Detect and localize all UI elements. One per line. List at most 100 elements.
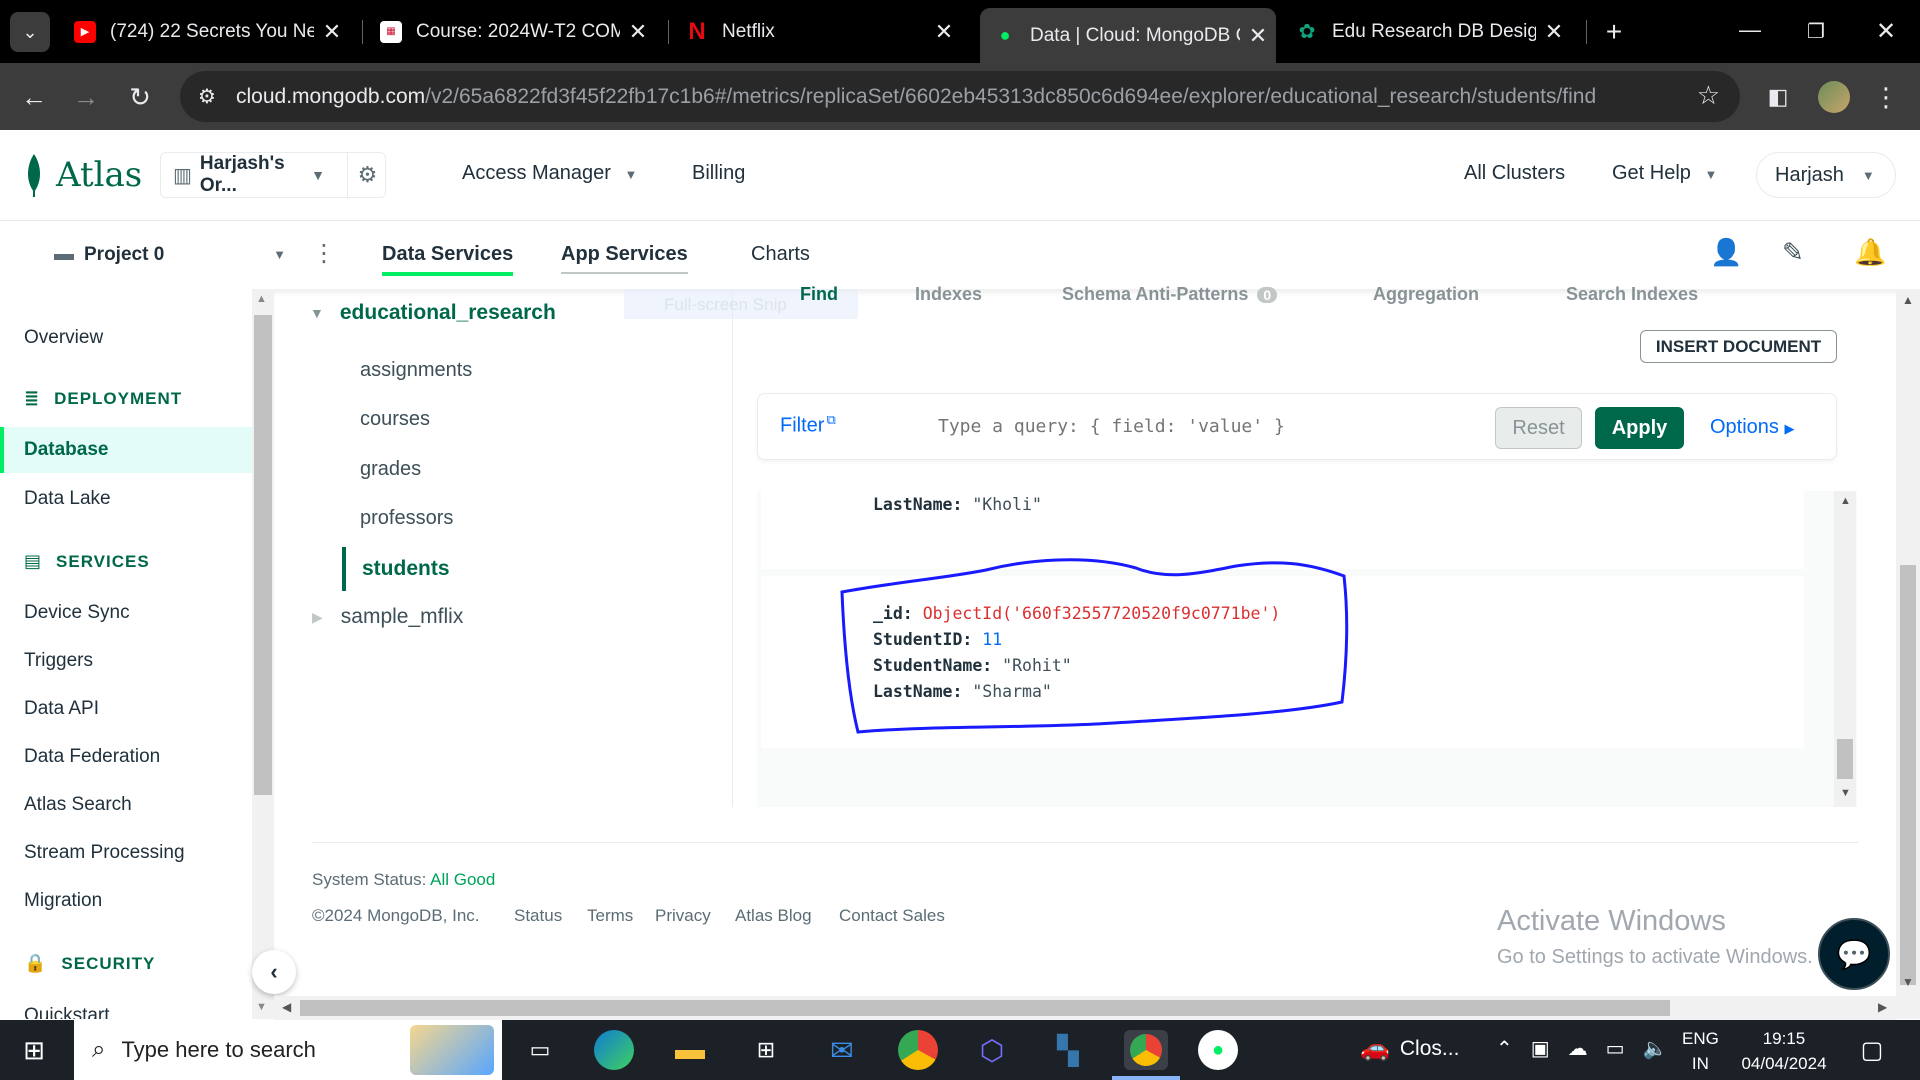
- python-icon[interactable]: ▚: [1048, 1030, 1088, 1070]
- notification-app[interactable]: 🚗 Clos...: [1360, 1034, 1459, 1063]
- all-clusters-link[interactable]: All Clusters: [1464, 162, 1565, 185]
- tab-charts[interactable]: Charts: [751, 243, 810, 266]
- tab-data-services[interactable]: Data Services: [382, 243, 514, 276]
- database-node[interactable]: ▼ educational_research: [310, 301, 556, 325]
- copilot-icon[interactable]: ⬡: [972, 1030, 1012, 1070]
- volume-icon[interactable]: 🔈: [1643, 1038, 1686, 1060]
- chrome-active-icon[interactable]: [1124, 1030, 1168, 1070]
- org-selector[interactable]: ▥ Harjash's Or... ▼ ⚙: [160, 152, 386, 198]
- sidebar-scroll-thumb[interactable]: [254, 315, 272, 795]
- sidebar-item-atlas-search[interactable]: Atlas Search: [24, 794, 132, 816]
- collection-item[interactable]: assignments: [360, 359, 472, 382]
- footer-link-atlas-blog[interactable]: Atlas Blog: [735, 906, 812, 926]
- browser-tab[interactable]: N Netflix ✕: [672, 8, 962, 55]
- windows-start-icon[interactable]: ⊞: [14, 1030, 54, 1070]
- page-scroll-thumb[interactable]: [1900, 565, 1916, 985]
- org-settings-gear-icon[interactable]: ⚙: [347, 153, 387, 197]
- mail-icon[interactable]: ✉: [822, 1030, 862, 1070]
- tray-icons[interactable]: ⌃▣☁▭🔈: [1496, 1036, 1685, 1061]
- language-indicator[interactable]: ENG IN: [1682, 1026, 1719, 1076]
- mongodb-compass-icon[interactable]: ●: [1198, 1030, 1238, 1070]
- sidebar-scrollbar[interactable]: ▲ ▼: [252, 289, 274, 1019]
- sidebar-item-quickstart[interactable]: Quickstart: [24, 1005, 110, 1019]
- insert-document-button[interactable]: INSERT DOCUMENT: [1640, 330, 1837, 363]
- taskbar-search[interactable]: ⌕ Type here to search: [74, 1020, 502, 1080]
- sidebar-item-migration[interactable]: Migration: [24, 890, 102, 912]
- chrome-icon[interactable]: [898, 1030, 938, 1070]
- restore-button[interactable]: ❐: [1796, 12, 1836, 52]
- back-button[interactable]: ←: [14, 77, 54, 117]
- collection-item[interactable]: professors: [360, 507, 453, 530]
- project-selector[interactable]: ▬ Project 0 ▼: [54, 243, 286, 266]
- billing-link[interactable]: Billing: [692, 162, 745, 185]
- user-menu[interactable]: Harjash ▼: [1756, 152, 1896, 198]
- page-scrollbar[interactable]: ▲ ▼: [1896, 289, 1920, 1019]
- new-tab-button[interactable]: +: [1596, 14, 1632, 50]
- browser-tab[interactable]: ✿ Edu Research DB Design ✕: [1282, 8, 1572, 55]
- meet-icon[interactable]: ▣: [1531, 1038, 1568, 1060]
- sidebar-item-database[interactable]: Database: [0, 427, 252, 473]
- system-status-link[interactable]: All Good: [430, 870, 495, 889]
- tab-find[interactable]: Find: [800, 284, 838, 305]
- apply-button[interactable]: Apply: [1595, 407, 1684, 449]
- file-explorer-icon[interactable]: ▬: [670, 1030, 710, 1070]
- filter-link[interactable]: Filter ⧉: [780, 412, 836, 438]
- battery-icon[interactable]: ▭: [1606, 1038, 1643, 1060]
- sidebar-item-data-lake[interactable]: Data Lake: [24, 488, 111, 510]
- results-scrollbar[interactable]: ▲ ▼: [1834, 491, 1856, 807]
- invite-user-icon[interactable]: 👤: [1710, 237, 1742, 268]
- tab-schema-anti-patterns[interactable]: Schema Anti-Patterns 0: [1062, 284, 1278, 305]
- close-tab-icon[interactable]: ✕: [314, 19, 350, 45]
- options-toggle[interactable]: Options ▶: [1710, 416, 1795, 439]
- access-manager-menu[interactable]: Access Manager ▼: [462, 162, 637, 185]
- activity-feed-icon[interactable]: ✎: [1782, 237, 1804, 268]
- sidebar-item-data-api[interactable]: Data API: [24, 698, 99, 720]
- collapse-sidebar-button[interactable]: ‹: [252, 950, 296, 994]
- sidebar-item-data-federation[interactable]: Data Federation: [24, 746, 160, 768]
- close-tab-icon[interactable]: ✕: [620, 19, 656, 45]
- clock[interactable]: 19:15 04/04/2024: [1734, 1026, 1834, 1076]
- close-tab-icon[interactable]: ✕: [926, 19, 962, 45]
- site-info-icon[interactable]: ⚙: [198, 84, 216, 109]
- show-hidden-icon[interactable]: ⌃: [1496, 1038, 1531, 1060]
- browser-menu-icon[interactable]: ⋮: [1866, 77, 1906, 117]
- bookmark-star-icon[interactable]: ☆: [1697, 80, 1720, 111]
- ms-store-icon[interactable]: ⊞: [746, 1030, 786, 1070]
- tab-aggregation[interactable]: Aggregation: [1373, 284, 1479, 305]
- footer-link-status[interactable]: Status: [514, 906, 562, 926]
- reset-button[interactable]: Reset: [1495, 407, 1582, 449]
- profile-avatar[interactable]: [1818, 81, 1850, 113]
- collection-item[interactable]: courses: [360, 408, 430, 431]
- close-tab-icon[interactable]: ✕: [1536, 19, 1572, 45]
- collection-item-selected[interactable]: students: [342, 547, 450, 591]
- footer-link-contact-sales[interactable]: Contact Sales: [839, 906, 945, 926]
- sidebar-item-overview[interactable]: Overview: [24, 327, 103, 349]
- reload-button[interactable]: ↻: [120, 77, 160, 117]
- get-help-menu[interactable]: Get Help ▼: [1612, 162, 1717, 185]
- close-window-button[interactable]: ✕: [1866, 12, 1906, 52]
- database-node[interactable]: ▶ sample_mflix: [312, 605, 463, 629]
- sidebar-item-triggers[interactable]: Triggers: [24, 650, 93, 672]
- collection-item[interactable]: grades: [360, 458, 421, 481]
- browser-tab[interactable]: ▦ Course: 2024W-T2 COMP ✕: [366, 8, 656, 55]
- tab-search-button[interactable]: ⌄: [10, 12, 50, 52]
- filter-input[interactable]: [938, 408, 1438, 444]
- atlas-logo[interactable]: Atlas: [22, 152, 142, 198]
- tab-indexes[interactable]: Indexes: [915, 284, 982, 305]
- horizontal-scroll-thumb[interactable]: [300, 1000, 1670, 1016]
- results-scroll-thumb[interactable]: [1837, 739, 1853, 779]
- notification-center-icon[interactable]: ▢: [1852, 1030, 1892, 1070]
- project-more-icon[interactable]: ⋮: [312, 239, 336, 268]
- footer-link-privacy[interactable]: Privacy: [655, 906, 711, 926]
- notifications-bell-icon[interactable]: 🔔: [1854, 237, 1886, 268]
- task-view-icon[interactable]: ▭: [520, 1030, 560, 1070]
- footer-link-terms[interactable]: Terms: [587, 906, 633, 926]
- chat-support-button[interactable]: 💬: [1818, 918, 1890, 990]
- sidebar-item-stream-processing[interactable]: Stream Processing: [24, 842, 185, 864]
- side-panel-icon[interactable]: ◧: [1758, 77, 1798, 117]
- edge-icon[interactable]: [594, 1030, 634, 1070]
- address-bar[interactable]: ⚙ cloud.mongodb.com/v2/65a6822fd3f45f22f…: [180, 71, 1740, 122]
- horizontal-scrollbar[interactable]: ◀ ▶: [274, 996, 1896, 1020]
- sidebar-item-device-sync[interactable]: Device Sync: [24, 602, 130, 624]
- browser-tab-active[interactable]: ● Data | Cloud: MongoDB C ✕: [980, 8, 1276, 63]
